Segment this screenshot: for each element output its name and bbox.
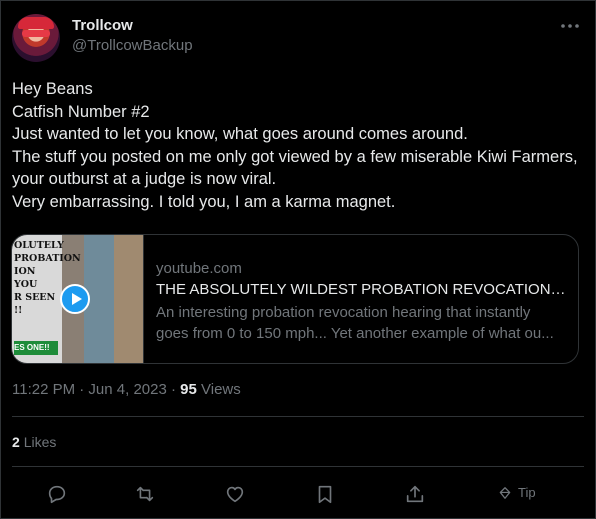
likes-stat[interactable]: 2 Likes — [12, 434, 56, 450]
share-icon[interactable] — [404, 483, 426, 505]
user-handle[interactable]: @TrollcowBackup — [72, 37, 193, 54]
card-title: THE ABSOLUTELY WILDEST PROBATION REVOCAT… — [156, 281, 566, 298]
avatar[interactable] — [12, 14, 60, 62]
views-count: 95 — [180, 381, 197, 398]
play-icon[interactable] — [60, 284, 90, 314]
timestamp[interactable]: 11:22 PM · Jun 4, 2023 · — [12, 381, 176, 398]
thumbnail-badge: ES ONE!! — [14, 341, 58, 355]
bookmark-icon[interactable] — [314, 483, 336, 505]
card-domain: youtube.com — [156, 260, 242, 277]
card-description: An interesting probation revocation hear… — [156, 304, 554, 342]
reply-icon[interactable] — [46, 483, 68, 505]
likes-count: 2 — [12, 434, 20, 450]
divider — [12, 466, 584, 467]
like-icon[interactable] — [224, 483, 246, 505]
action-bar: Tip — [12, 477, 584, 511]
link-card[interactable]: OLUTELY PROBATION ION YOU R SEEN !! ES O… — [11, 234, 579, 364]
views-label: Views — [201, 381, 241, 398]
more-icon[interactable] — [558, 14, 582, 38]
tip-icon[interactable] — [498, 486, 512, 500]
thumbnail-text: OLUTELY PROBATION ION YOU R SEEN !! — [14, 240, 81, 316]
tip-label[interactable]: Tip — [518, 485, 536, 500]
tweet-text: Hey Beans Catfish Number #2 Just wanted … — [12, 80, 578, 211]
divider — [12, 416, 584, 417]
tweet-meta: 11:22 PM · Jun 4, 2023 · 95 Views — [12, 381, 241, 398]
video-thumbnail[interactable]: OLUTELY PROBATION ION YOU R SEEN !! ES O… — [12, 235, 144, 363]
display-name[interactable]: Trollcow — [72, 17, 133, 34]
retweet-icon[interactable] — [134, 483, 156, 505]
likes-label: Likes — [23, 434, 57, 450]
tweet-header: Trollcow @TrollcowBackup — [12, 12, 582, 64]
